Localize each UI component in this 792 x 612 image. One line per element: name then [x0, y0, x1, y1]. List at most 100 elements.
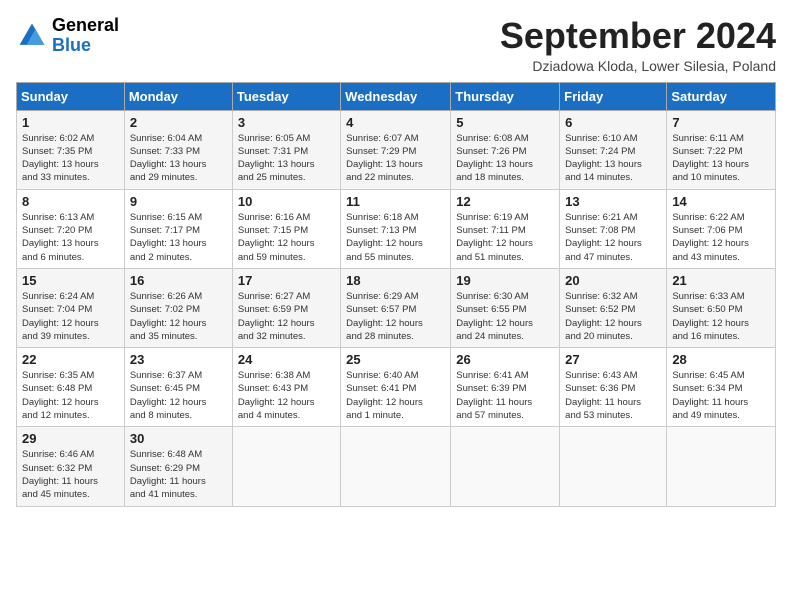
calendar-cell: 19 Sunrise: 6:30 AM Sunset: 6:55 PM Dayli…: [451, 268, 560, 347]
day-info: Sunrise: 6:41 AM Sunset: 6:39 PM Dayligh…: [456, 369, 554, 422]
day-number: 2: [130, 115, 227, 130]
calendar-cell: 11 Sunrise: 6:18 AM Sunset: 7:13 PM Dayli…: [341, 189, 451, 268]
calendar-cell: [560, 427, 667, 506]
day-number: 27: [565, 352, 661, 367]
logo: General Blue: [16, 16, 119, 56]
calendar-cell: [451, 427, 560, 506]
day-info: Sunrise: 6:16 AM Sunset: 7:15 PM Dayligh…: [238, 211, 335, 264]
day-info: Sunrise: 6:35 AM Sunset: 6:48 PM Dayligh…: [22, 369, 119, 422]
day-number: 24: [238, 352, 335, 367]
month-title: September 2024: [500, 16, 776, 56]
calendar-cell: 5 Sunrise: 6:08 AM Sunset: 7:26 PM Daylig…: [451, 110, 560, 189]
day-number: 9: [130, 194, 227, 209]
day-number: 20: [565, 273, 661, 288]
day-info: Sunrise: 6:11 AM Sunset: 7:22 PM Dayligh…: [672, 132, 770, 185]
day-info: Sunrise: 6:43 AM Sunset: 6:36 PM Dayligh…: [565, 369, 661, 422]
calendar-cell: 24Sunrise: 6:38 AM Sunset: 6:43 PM Dayli…: [232, 348, 340, 427]
calendar-cell: 23Sunrise: 6:37 AM Sunset: 6:45 PM Dayli…: [124, 348, 232, 427]
day-info: Sunrise: 6:08 AM Sunset: 7:26 PM Dayligh…: [456, 132, 554, 185]
day-number: 13: [565, 194, 661, 209]
calendar-cell: 13 Sunrise: 6:21 AM Sunset: 7:08 PM Dayli…: [560, 189, 667, 268]
calendar-cell: 2Sunrise: 6:04 AM Sunset: 7:33 PM Daylig…: [124, 110, 232, 189]
calendar-cell: 3 Sunrise: 6:05 AM Sunset: 7:31 PM Daylig…: [232, 110, 340, 189]
day-number: 18: [346, 273, 445, 288]
calendar-table: SundayMondayTuesdayWednesdayThursdayFrid…: [16, 82, 776, 507]
day-number: 6: [565, 115, 661, 130]
calendar-cell: 18 Sunrise: 6:29 AM Sunset: 6:57 PM Dayli…: [341, 268, 451, 347]
calendar-cell: 21Sunrise: 6:33 AM Sunset: 6:50 PM Dayli…: [667, 268, 776, 347]
day-info: Sunrise: 6:27 AM Sunset: 6:59 PM Dayligh…: [238, 290, 335, 343]
calendar-week-row: 1 Sunrise: 6:02 AM Sunset: 7:35 PM Daylig…: [17, 110, 776, 189]
day-number: 5: [456, 115, 554, 130]
page-header: General Blue September 2024 Dziadowa Klo…: [16, 16, 776, 74]
day-number: 21: [672, 273, 770, 288]
day-number: 14: [672, 194, 770, 209]
day-info: Sunrise: 6:32 AM Sunset: 6:52 PM Dayligh…: [565, 290, 661, 343]
calendar-cell: 16 Sunrise: 6:26 AM Sunset: 7:02 PM Dayli…: [124, 268, 232, 347]
day-number: 17: [238, 273, 335, 288]
title-block: September 2024 Dziadowa Kloda, Lower Sil…: [500, 16, 776, 74]
day-number: 29: [22, 431, 119, 446]
day-info: Sunrise: 6:30 AM Sunset: 6:55 PM Dayligh…: [456, 290, 554, 343]
calendar-cell: [667, 427, 776, 506]
day-number: 10: [238, 194, 335, 209]
day-info: Sunrise: 6:19 AM Sunset: 7:11 PM Dayligh…: [456, 211, 554, 264]
calendar-cell: 30Sunrise: 6:48 AM Sunset: 6:29 PM Dayli…: [124, 427, 232, 506]
calendar-cell: 27 Sunrise: 6:43 AM Sunset: 6:36 PM Dayli…: [560, 348, 667, 427]
logo-text: General Blue: [52, 16, 119, 56]
day-info: Sunrise: 6:46 AM Sunset: 6:32 PM Dayligh…: [22, 448, 119, 501]
calendar-cell: 22Sunrise: 6:35 AM Sunset: 6:48 PM Dayli…: [17, 348, 125, 427]
day-number: 1: [22, 115, 119, 130]
calendar-cell: 1 Sunrise: 6:02 AM Sunset: 7:35 PM Daylig…: [17, 110, 125, 189]
weekday-header-friday: Friday: [560, 82, 667, 110]
day-info: Sunrise: 6:18 AM Sunset: 7:13 PM Dayligh…: [346, 211, 445, 264]
logo-icon: [16, 20, 48, 52]
calendar-cell: 8 Sunrise: 6:13 AM Sunset: 7:20 PM Daylig…: [17, 189, 125, 268]
calendar-cell: 7 Sunrise: 6:11 AM Sunset: 7:22 PM Daylig…: [667, 110, 776, 189]
weekday-header-sunday: Sunday: [17, 82, 125, 110]
day-info: Sunrise: 6:15 AM Sunset: 7:17 PM Dayligh…: [130, 211, 227, 264]
day-number: 7: [672, 115, 770, 130]
calendar-cell: 9 Sunrise: 6:15 AM Sunset: 7:17 PM Daylig…: [124, 189, 232, 268]
calendar-cell: 28Sunrise: 6:45 AM Sunset: 6:34 PM Dayli…: [667, 348, 776, 427]
calendar-cell: [341, 427, 451, 506]
day-number: 12: [456, 194, 554, 209]
weekday-header-thursday: Thursday: [451, 82, 560, 110]
calendar-cell: 25 Sunrise: 6:40 AM Sunset: 6:41 PM Dayli…: [341, 348, 451, 427]
calendar-cell: 15 Sunrise: 6:24 AM Sunset: 7:04 PM Dayli…: [17, 268, 125, 347]
weekday-header-row: SundayMondayTuesdayWednesdayThursdayFrid…: [17, 82, 776, 110]
calendar-cell: 6 Sunrise: 6:10 AM Sunset: 7:24 PM Daylig…: [560, 110, 667, 189]
day-info: Sunrise: 6:40 AM Sunset: 6:41 PM Dayligh…: [346, 369, 445, 422]
day-info: Sunrise: 6:02 AM Sunset: 7:35 PM Dayligh…: [22, 132, 119, 185]
day-info: Sunrise: 6:24 AM Sunset: 7:04 PM Dayligh…: [22, 290, 119, 343]
location: Dziadowa Kloda, Lower Silesia, Poland: [500, 58, 776, 74]
calendar-cell: 10 Sunrise: 6:16 AM Sunset: 7:15 PM Dayli…: [232, 189, 340, 268]
day-number: 16: [130, 273, 227, 288]
day-info: Sunrise: 6:05 AM Sunset: 7:31 PM Dayligh…: [238, 132, 335, 185]
day-info: Sunrise: 6:10 AM Sunset: 7:24 PM Dayligh…: [565, 132, 661, 185]
day-number: 11: [346, 194, 445, 209]
day-number: 15: [22, 273, 119, 288]
weekday-header-wednesday: Wednesday: [341, 82, 451, 110]
weekday-header-monday: Monday: [124, 82, 232, 110]
day-number: 19: [456, 273, 554, 288]
calendar-week-row: 15 Sunrise: 6:24 AM Sunset: 7:04 PM Dayli…: [17, 268, 776, 347]
day-info: Sunrise: 6:07 AM Sunset: 7:29 PM Dayligh…: [346, 132, 445, 185]
day-info: Sunrise: 6:29 AM Sunset: 6:57 PM Dayligh…: [346, 290, 445, 343]
calendar-cell: 29 Sunrise: 6:46 AM Sunset: 6:32 PM Dayli…: [17, 427, 125, 506]
day-number: 25: [346, 352, 445, 367]
day-number: 30: [130, 431, 227, 446]
day-info: Sunrise: 6:26 AM Sunset: 7:02 PM Dayligh…: [130, 290, 227, 343]
day-number: 3: [238, 115, 335, 130]
calendar-cell: 12 Sunrise: 6:19 AM Sunset: 7:11 PM Dayli…: [451, 189, 560, 268]
weekday-header-tuesday: Tuesday: [232, 82, 340, 110]
day-info: Sunrise: 6:37 AM Sunset: 6:45 PM Dayligh…: [130, 369, 227, 422]
day-info: Sunrise: 6:21 AM Sunset: 7:08 PM Dayligh…: [565, 211, 661, 264]
calendar-week-row: 8 Sunrise: 6:13 AM Sunset: 7:20 PM Daylig…: [17, 189, 776, 268]
calendar-cell: 17 Sunrise: 6:27 AM Sunset: 6:59 PM Dayli…: [232, 268, 340, 347]
calendar-cell: 4 Sunrise: 6:07 AM Sunset: 7:29 PM Daylig…: [341, 110, 451, 189]
weekday-header-saturday: Saturday: [667, 82, 776, 110]
day-info: Sunrise: 6:13 AM Sunset: 7:20 PM Dayligh…: [22, 211, 119, 264]
day-number: 8: [22, 194, 119, 209]
day-number: 4: [346, 115, 445, 130]
